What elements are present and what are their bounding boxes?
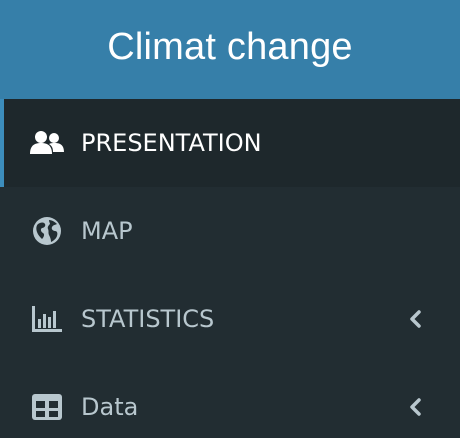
globe-icon [30,216,64,246]
users-icon [30,130,64,156]
app-window: Climat change PRESENTATION MAP STATISTIC… [0,0,460,438]
chevron-left-icon[interactable] [408,310,422,328]
sidebar-item-data[interactable]: Data [0,363,460,438]
table-icon [30,394,64,420]
app-title[interactable]: Climat change [107,26,353,69]
chevron-left-icon[interactable] [408,398,422,416]
sidebar-item-presentation[interactable]: PRESENTATION [0,99,460,187]
header-bar: Climat change [0,0,460,99]
sidebar-item-label: PRESENTATION [81,129,262,157]
sidebar-item-label: STATISTICS [81,305,215,333]
bar-chart-icon [30,306,64,332]
sidebar-item-label: Data [81,393,139,421]
sidebar-item-statistics[interactable]: STATISTICS [0,275,460,363]
sidebar-item-label: MAP [81,217,133,245]
sidebar-item-map[interactable]: MAP [0,187,460,275]
sidebar-menu: PRESENTATION MAP STATISTICS Data [0,99,460,438]
